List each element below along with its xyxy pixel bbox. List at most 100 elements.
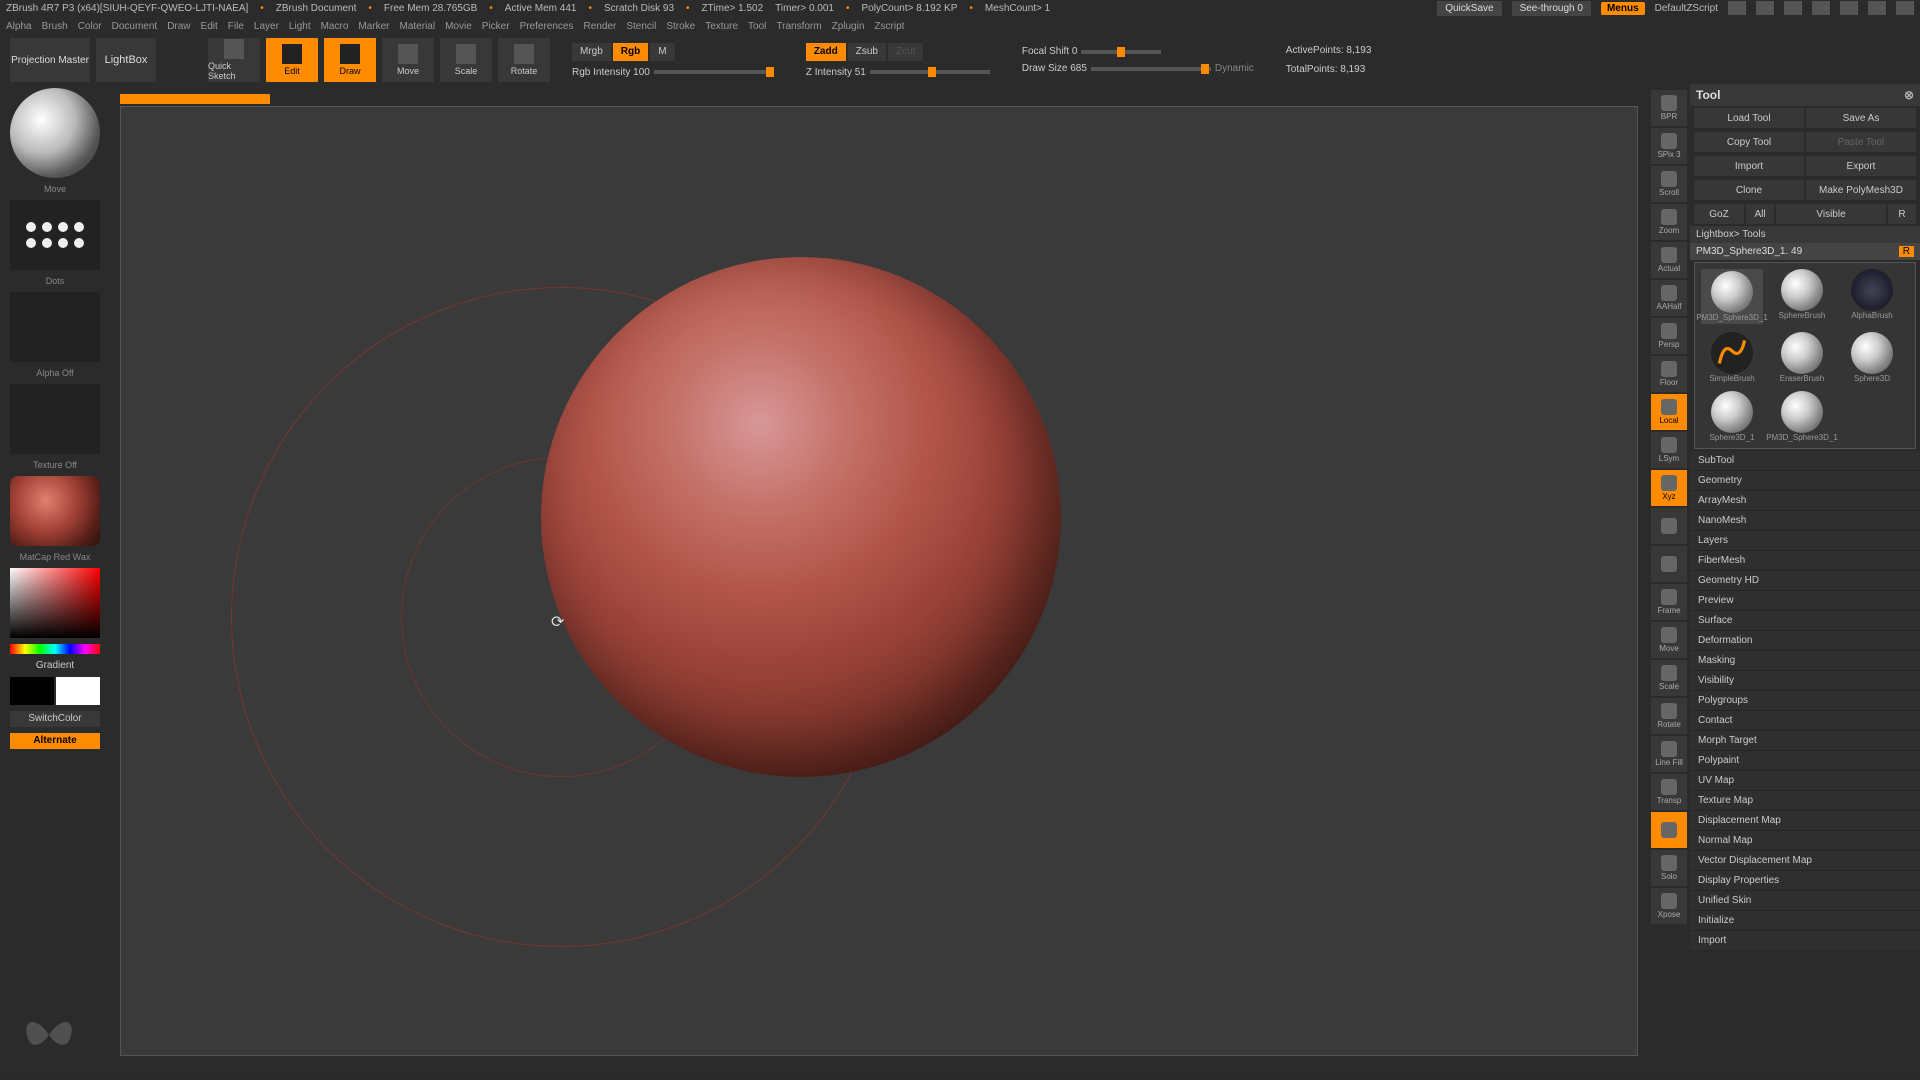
accordion-nanomesh[interactable]: NanoMesh bbox=[1690, 511, 1920, 531]
color-picker[interactable] bbox=[10, 568, 100, 638]
shelf-aahalf[interactable]: AAHalf bbox=[1651, 280, 1687, 316]
maximize-icon[interactable] bbox=[1868, 1, 1886, 15]
mrgb-button[interactable]: Mrgb bbox=[572, 43, 611, 61]
accordion-contact[interactable]: Contact bbox=[1690, 711, 1920, 731]
seethrough-slider[interactable]: See-through 0 bbox=[1512, 1, 1591, 16]
menu-tool[interactable]: Tool bbox=[748, 21, 766, 32]
goz-all-button[interactable]: All bbox=[1746, 204, 1774, 224]
copy-tool-button[interactable]: Copy Tool bbox=[1694, 132, 1804, 152]
material-thumbnail[interactable] bbox=[10, 476, 100, 546]
gradient-label[interactable]: Gradient bbox=[36, 660, 74, 671]
paste-tool-button[interactable]: Paste Tool bbox=[1806, 132, 1916, 152]
tool-thumb-pm3d_sphere3d_1[interactable]: PM3D_Sphere3D_1 bbox=[1701, 269, 1763, 324]
shelf-local[interactable]: Local bbox=[1651, 394, 1687, 430]
viewport[interactable]: ⟳ bbox=[120, 106, 1638, 1056]
dynamic-label[interactable]: Dynamic bbox=[1215, 63, 1254, 74]
accordion-normal-map[interactable]: Normal Map bbox=[1690, 831, 1920, 851]
focal-shift-label[interactable]: Focal Shift 0 bbox=[1022, 46, 1078, 57]
alpha-thumbnail[interactable] bbox=[10, 292, 100, 362]
switch-color-button[interactable]: SwitchColor bbox=[10, 711, 100, 727]
shelf-button[interactable] bbox=[1651, 546, 1687, 582]
m-button[interactable]: M bbox=[650, 43, 674, 61]
window-icon[interactable] bbox=[1812, 1, 1830, 15]
quicksketch-button[interactable]: Quick Sketch bbox=[208, 38, 260, 82]
accordion-vector-displacement-map[interactable]: Vector Displacement Map bbox=[1690, 851, 1920, 871]
accordion-morph-target[interactable]: Morph Target bbox=[1690, 731, 1920, 751]
tool-thumb-sphere3d[interactable]: Sphere3D bbox=[1841, 332, 1903, 383]
accordion-masking[interactable]: Masking bbox=[1690, 651, 1920, 671]
accordion-deformation[interactable]: Deformation bbox=[1690, 631, 1920, 651]
sphere-mesh[interactable] bbox=[541, 257, 1061, 777]
shelf-zoom[interactable]: Zoom bbox=[1651, 204, 1687, 240]
shelf-transp[interactable]: Transp bbox=[1651, 774, 1687, 810]
shelf-floor[interactable]: Floor bbox=[1651, 356, 1687, 392]
draw-size-slider[interactable] bbox=[1091, 67, 1211, 71]
import-button[interactable]: Import bbox=[1694, 156, 1804, 176]
menu-color[interactable]: Color bbox=[78, 21, 102, 32]
menu-movie[interactable]: Movie bbox=[445, 21, 472, 32]
accordion-surface[interactable]: Surface bbox=[1690, 611, 1920, 631]
shelf-frame[interactable]: Frame bbox=[1651, 584, 1687, 620]
shelf-scale[interactable]: Scale bbox=[1651, 660, 1687, 696]
draw-button[interactable]: Draw bbox=[324, 38, 376, 82]
shelf-rotate[interactable]: Rotate bbox=[1651, 698, 1687, 734]
menu-render[interactable]: Render bbox=[584, 21, 617, 32]
menu-preferences[interactable]: Preferences bbox=[520, 21, 574, 32]
tool-panel-header[interactable]: Tool⊗ bbox=[1690, 84, 1920, 106]
shelf-scroll[interactable]: Scroll bbox=[1651, 166, 1687, 202]
menu-brush[interactable]: Brush bbox=[42, 21, 68, 32]
stroke-thumbnail[interactable] bbox=[10, 200, 100, 270]
primary-color-swatch[interactable] bbox=[56, 677, 100, 705]
make-polymesh-button[interactable]: Make PolyMesh3D bbox=[1806, 180, 1916, 200]
accordion-geometry[interactable]: Geometry bbox=[1690, 471, 1920, 491]
move-button[interactable]: Move bbox=[382, 38, 434, 82]
panel-pin-icon[interactable]: ⊗ bbox=[1904, 88, 1914, 102]
accordion-polypaint[interactable]: Polypaint bbox=[1690, 751, 1920, 771]
accordion-uv-map[interactable]: UV Map bbox=[1690, 771, 1920, 791]
menu-file[interactable]: File bbox=[228, 21, 244, 32]
canvas-scroll-strip[interactable] bbox=[120, 94, 270, 104]
accordion-initialize[interactable]: Initialize bbox=[1690, 911, 1920, 931]
focal-shift-slider[interactable] bbox=[1081, 50, 1161, 54]
draw-size-label[interactable]: Draw Size 685 bbox=[1022, 63, 1087, 74]
accordion-arraymesh[interactable]: ArrayMesh bbox=[1690, 491, 1920, 511]
menu-marker[interactable]: Marker bbox=[358, 21, 389, 32]
menu-picker[interactable]: Picker bbox=[482, 21, 510, 32]
tool-thumb-spherebrush[interactable]: SphereBrush bbox=[1771, 269, 1833, 324]
accordion-texture-map[interactable]: Texture Map bbox=[1690, 791, 1920, 811]
menu-edit[interactable]: Edit bbox=[201, 21, 218, 32]
brush-thumbnail[interactable] bbox=[10, 88, 100, 178]
z-intensity-label[interactable]: Z Intensity 51 bbox=[806, 67, 866, 78]
rotate-button[interactable]: Rotate bbox=[498, 38, 550, 82]
tool-name-field[interactable]: PM3D_Sphere3D_1. 49R bbox=[1690, 243, 1920, 260]
z-intensity-slider[interactable] bbox=[870, 70, 990, 74]
shelf-xpose[interactable]: Xpose bbox=[1651, 888, 1687, 924]
close-icon[interactable] bbox=[1896, 1, 1914, 15]
tool-thumb-simplebrush[interactable]: SimpleBrush bbox=[1701, 332, 1763, 383]
accordion-display-properties[interactable]: Display Properties bbox=[1690, 871, 1920, 891]
tool-r-badge[interactable]: R bbox=[1899, 246, 1914, 257]
menus-toggle[interactable]: Menus bbox=[1601, 2, 1645, 15]
accordion-fibermesh[interactable]: FiberMesh bbox=[1690, 551, 1920, 571]
accordion-unified-skin[interactable]: Unified Skin bbox=[1690, 891, 1920, 911]
shelf-button[interactable] bbox=[1651, 812, 1687, 848]
shelf-button[interactable] bbox=[1651, 508, 1687, 544]
zsub-button[interactable]: Zsub bbox=[848, 43, 886, 61]
rgb-intensity-slider[interactable] bbox=[654, 70, 774, 74]
goz-r-button[interactable]: R bbox=[1888, 204, 1916, 224]
menu-texture[interactable]: Texture bbox=[705, 21, 738, 32]
tool-thumb-pm3d_sphere3d_1[interactable]: PM3D_Sphere3D_1 bbox=[1771, 391, 1833, 442]
shelf-lsym[interactable]: LSym bbox=[1651, 432, 1687, 468]
accordion-geometry-hd[interactable]: Geometry HD bbox=[1690, 571, 1920, 591]
tool-thumb-eraserbrush[interactable]: EraserBrush bbox=[1771, 332, 1833, 383]
load-tool-button[interactable]: Load Tool bbox=[1694, 108, 1804, 128]
alternate-button[interactable]: Alternate bbox=[10, 733, 100, 749]
save-as-button[interactable]: Save As bbox=[1806, 108, 1916, 128]
menu-layer[interactable]: Layer bbox=[254, 21, 279, 32]
menu-transform[interactable]: Transform bbox=[776, 21, 821, 32]
shelf-spix-3[interactable]: SPix 3 bbox=[1651, 128, 1687, 164]
tool-thumb-sphere3d_1[interactable]: Sphere3D_1 bbox=[1701, 391, 1763, 442]
accordion-displacement-map[interactable]: Displacement Map bbox=[1690, 811, 1920, 831]
shelf-xyz[interactable]: Xyz bbox=[1651, 470, 1687, 506]
clone-button[interactable]: Clone bbox=[1694, 180, 1804, 200]
